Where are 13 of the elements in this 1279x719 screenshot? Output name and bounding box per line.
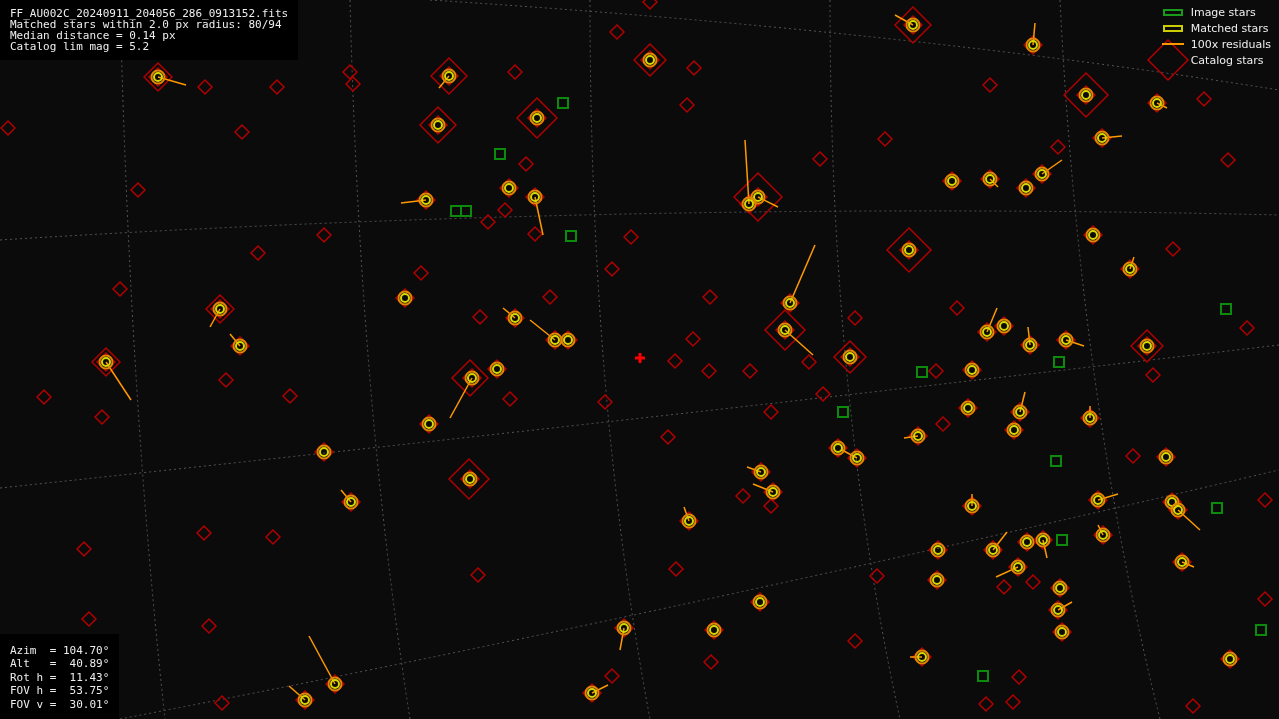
info-text: Median distance = 0.14 px	[10, 30, 176, 41]
info-text: Matched stars within 2.0 px radius: 80/94	[10, 19, 282, 30]
legend-label: Image stars	[1190, 5, 1256, 19]
info-text: FF_AU002C_20240911_204056_286_0913152.fits	[10, 8, 289, 19]
legend-label: 100x residuals	[1190, 37, 1271, 51]
pointing-text: Alt = 40.89°	[10, 657, 110, 671]
pointing-text: FOV h = 53.75°	[10, 684, 110, 698]
legend-label: Catalog stars	[1190, 53, 1264, 67]
info-text: Catalog lim mag = 5.2	[10, 41, 151, 52]
pointing-text: Azim = 104.70°	[10, 643, 110, 657]
pointing-text: Rot h = 11.43°	[10, 670, 110, 684]
legend-label: Matched stars	[1190, 21, 1269, 35]
pointing-text: FOV v = 30.01°	[10, 697, 110, 711]
